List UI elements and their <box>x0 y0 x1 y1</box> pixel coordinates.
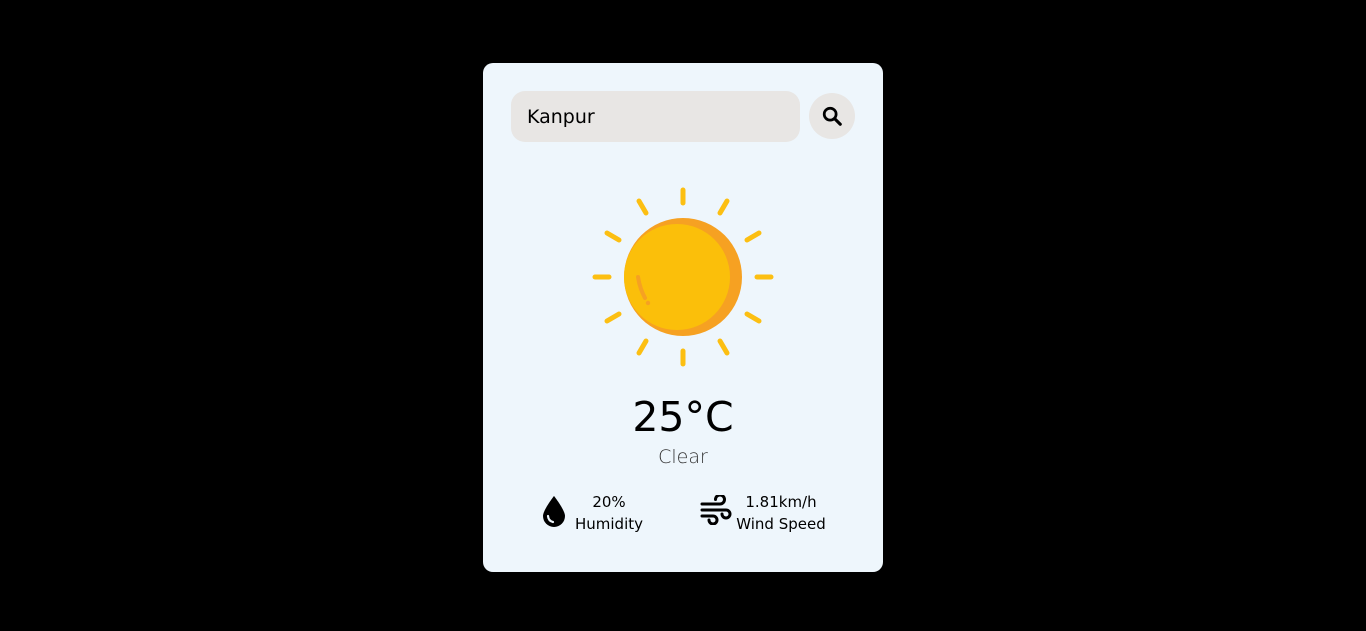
temperature: 25°C <box>632 393 734 441</box>
wind-speed-value: 1.81km/h <box>745 493 817 511</box>
wind-icon <box>700 495 732 525</box>
humidity-text: 20% Humidity <box>573 491 645 535</box>
humidity-value: 20% <box>592 493 626 511</box>
wind-text: 1.81km/h Wind Speed <box>734 491 828 535</box>
sun-icon <box>592 187 774 367</box>
wind-speed-label: Wind Speed <box>736 515 826 533</box>
weather-condition: Clear <box>658 446 708 468</box>
humidity-drop-icon <box>543 496 565 527</box>
city-search-input[interactable] <box>511 91 800 142</box>
search-button[interactable] <box>809 93 855 139</box>
weather-card: 25°C Clear 20% Humidity 1.81km/h <box>483 63 883 572</box>
wind-stat: 1.81km/h Wind Speed <box>700 491 840 535</box>
humidity-label: Humidity <box>574 515 643 533</box>
page: 25°C Clear 20% Humidity 1.81km/h <box>0 0 1366 631</box>
humidity-stat: 20% Humidity <box>541 491 661 535</box>
search-icon <box>822 106 842 126</box>
search-bar <box>511 91 855 142</box>
